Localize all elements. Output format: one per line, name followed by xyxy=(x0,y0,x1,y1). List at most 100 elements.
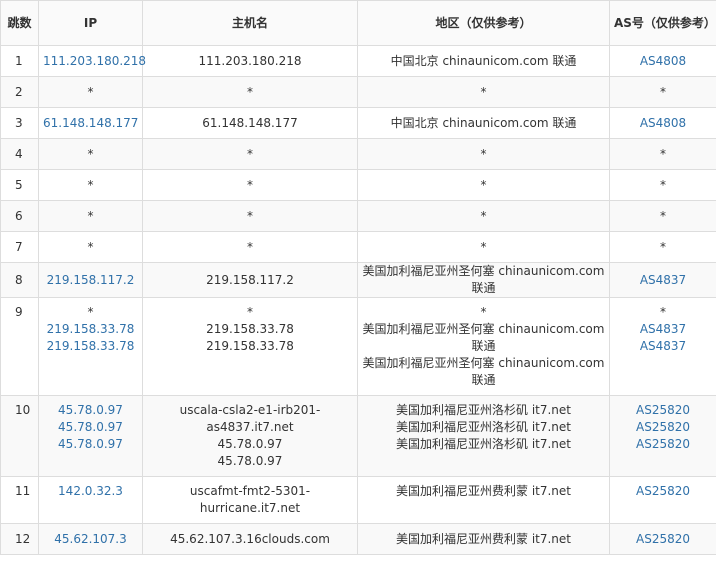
as-link[interactable]: AS4808 xyxy=(614,115,712,132)
ip-link[interactable]: 45.62.107.3 xyxy=(43,531,138,548)
col-header-as: AS号（仅供参考） xyxy=(609,0,716,46)
hostname-cell: * xyxy=(142,138,358,170)
hostname-text: * xyxy=(247,84,253,99)
table-row: 11 142.0.32.3 uscafmt-fmt2-5301-hurricane.… xyxy=(0,476,716,524)
ip-link[interactable]: 45.78.0.97 xyxy=(43,419,138,436)
as-cell: AS25820 xyxy=(609,476,716,524)
hostname-text: 61.148.148.177 xyxy=(202,115,298,130)
region-cell: 美国加利福尼亚州费利蒙 it7.net xyxy=(357,476,610,524)
ip-text: * xyxy=(87,177,94,192)
ip-link[interactable]: 45.78.0.97 xyxy=(43,402,138,419)
region-text: 中国北京 chinaunicom.com 联通 xyxy=(390,53,577,68)
hostname-text: uscala-csla2-e1-irb201-as4837.it7.net xyxy=(179,403,321,434)
hop-cell: 4 xyxy=(0,138,39,170)
ip-link[interactable]: 219.158.33.78 xyxy=(43,338,138,355)
ip-link[interactable]: 45.78.0.97 xyxy=(43,436,138,453)
as-link[interactable]: AS25820 xyxy=(614,436,712,453)
as-cell: * xyxy=(609,200,716,232)
ip-link[interactable]: 219.158.33.78 xyxy=(43,321,138,338)
hop-cell: 1 xyxy=(0,45,39,77)
ip-text: * xyxy=(87,208,94,223)
as-link[interactable]: AS25820 xyxy=(614,531,712,548)
hop-cell: 9 xyxy=(0,297,39,396)
hostname-cell: * xyxy=(142,231,358,263)
as-cell: AS4808 xyxy=(609,45,716,77)
region-text: * xyxy=(480,239,487,254)
as-link[interactable]: AS25820 xyxy=(614,402,712,419)
col-header-hostname: 主机名 xyxy=(142,0,358,46)
region-text: * xyxy=(480,146,487,161)
table-row: 7 * * * * xyxy=(0,231,716,263)
col-header-hop: 跳数 xyxy=(0,0,39,46)
hop-cell: 8 xyxy=(0,262,39,298)
ip-cell: * xyxy=(38,231,143,263)
hostname-text: 219.158.117.2 xyxy=(206,272,294,287)
as-text: * xyxy=(660,177,666,192)
as-link[interactable]: AS4837 xyxy=(614,338,712,355)
as-text: * xyxy=(660,208,666,223)
region-text: 美国加利福尼亚州圣何塞 chinaunicom.com 联通 xyxy=(362,322,605,353)
ip-cell: 111.203.180.218 xyxy=(38,45,146,77)
as-cell: * AS4837 AS4837 xyxy=(609,297,716,396)
as-cell: * xyxy=(609,169,716,201)
ip-cell: * xyxy=(38,169,143,201)
table-body: 1 111.203.180.218 111.203.180.218 中国北京 chin… xyxy=(0,45,716,555)
as-link[interactable]: AS25820 xyxy=(614,483,712,500)
as-link[interactable]: AS25820 xyxy=(614,419,712,436)
ip-cell: * xyxy=(38,76,143,108)
region-text: 美国加利福尼亚州洛杉矶 it7.net xyxy=(396,437,571,451)
table-row: 6 * * * * xyxy=(0,200,716,232)
as-link[interactable]: AS4837 xyxy=(614,321,712,338)
region-text: 美国加利福尼亚州洛杉矶 it7.net xyxy=(396,403,571,417)
ip-text: * xyxy=(87,305,94,319)
ip-link[interactable]: 61.148.148.177 xyxy=(43,115,138,132)
table-row: 12 45.62.107.3 45.62.107.3.16clouds.com 美国加… xyxy=(0,523,716,555)
as-text: * xyxy=(660,84,666,99)
hostname-cell: 111.203.180.218 xyxy=(142,45,358,77)
as-text: * xyxy=(660,305,666,319)
hostname-text: 45.78.0.97 xyxy=(217,454,283,468)
table-header-row: 跳数 IP 主机名 地区（仅供参考） AS号（仅供参考） xyxy=(0,0,716,46)
ip-cell: 45.62.107.3 xyxy=(38,523,143,555)
hostname-cell: 61.148.148.177 xyxy=(142,107,358,139)
ip-cell: * 219.158.33.78 219.158.33.78 xyxy=(38,297,143,396)
col-header-ip: IP xyxy=(38,0,143,46)
ip-link[interactable]: 111.203.180.218 xyxy=(43,53,146,70)
as-cell: * xyxy=(609,231,716,263)
region-cell: 中国北京 chinaunicom.com 联通 xyxy=(357,45,610,77)
ip-text: * xyxy=(87,239,94,254)
hop-cell: 12 xyxy=(0,523,39,555)
region-text: * xyxy=(480,84,487,99)
hop-cell: 7 xyxy=(0,231,39,263)
as-cell: * xyxy=(609,138,716,170)
ip-cell: * xyxy=(38,138,143,170)
region-text: * xyxy=(480,208,487,223)
hostname-text: * xyxy=(247,208,253,223)
ip-cell: 142.0.32.3 xyxy=(38,476,143,524)
region-cell: * 美国加利福尼亚州圣何塞 chinaunicom.com 联通 美国加利福尼亚州圣… xyxy=(357,297,610,396)
hostname-text: * xyxy=(247,239,253,254)
as-link[interactable]: AS4837 xyxy=(614,272,712,289)
table-row: 10 45.78.0.97 45.78.0.97 45.78.0.97 uscala-c… xyxy=(0,395,716,477)
ip-cell: * xyxy=(38,200,143,232)
region-cell: * xyxy=(357,138,610,170)
region-text: 美国加利福尼亚州圣何塞 chinaunicom.com 联通 xyxy=(362,264,605,295)
table-row: 4 * * * * xyxy=(0,138,716,170)
as-cell: AS25820 AS25820 AS25820 xyxy=(609,395,716,477)
region-cell: 美国加利福尼亚州洛杉矶 it7.net 美国加利福尼亚州洛杉矶 it7.net 美国… xyxy=(357,395,610,477)
region-text: 美国加利福尼亚州费利蒙 it7.net xyxy=(396,531,571,546)
table-row: 2 * * * * xyxy=(0,76,716,108)
table-row: 9 * 219.158.33.78 219.158.33.78 * 219.158.33.… xyxy=(0,297,716,396)
as-cell: AS25820 xyxy=(609,523,716,555)
ip-text: * xyxy=(87,84,94,99)
region-cell: * xyxy=(357,231,610,263)
ip-link[interactable]: 142.0.32.3 xyxy=(43,483,138,500)
hostname-cell: * xyxy=(142,76,358,108)
table-row: 1 111.203.180.218 111.203.180.218 中国北京 chin… xyxy=(0,45,716,77)
table-row: 5 * * * * xyxy=(0,169,716,201)
as-link[interactable]: AS4808 xyxy=(614,53,712,70)
ip-link[interactable]: 219.158.117.2 xyxy=(43,272,138,289)
hop-cell: 6 xyxy=(0,200,39,232)
region-text: 美国加利福尼亚州圣何塞 chinaunicom.com 联通 xyxy=(362,356,605,387)
hostname-text: uscafmt-fmt2-5301-hurricane.it7.net xyxy=(189,484,311,515)
